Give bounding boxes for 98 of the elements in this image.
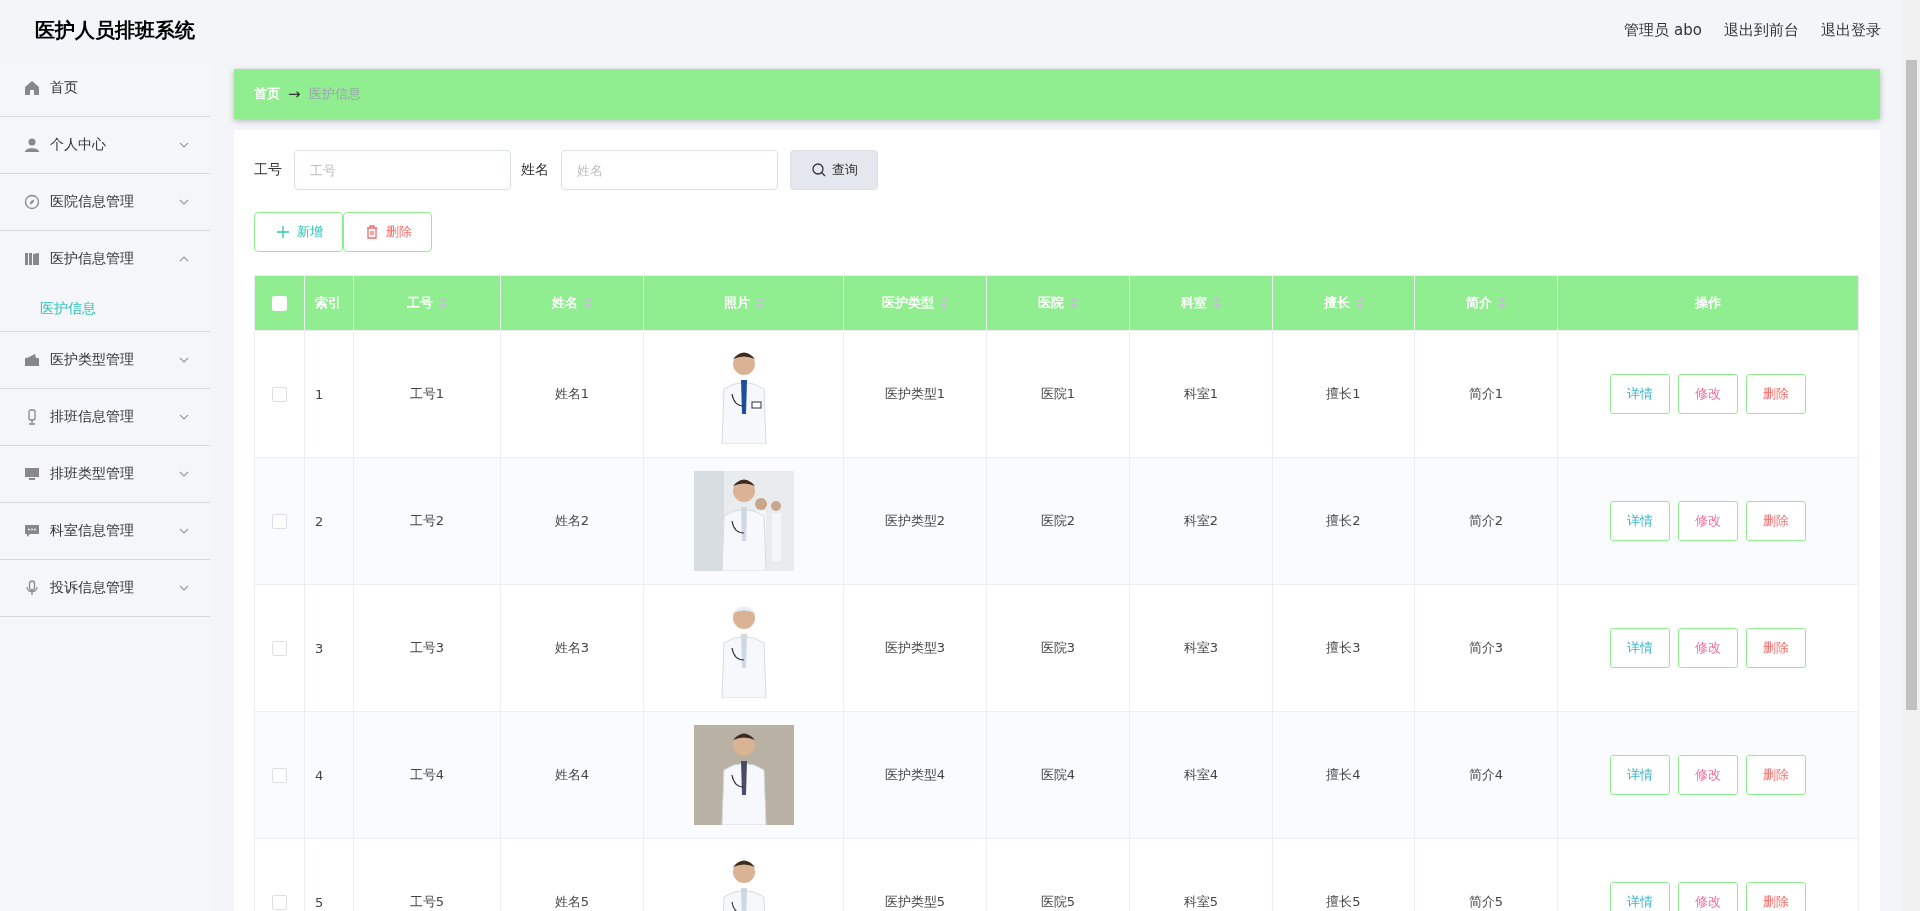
- user-icon: [24, 137, 40, 153]
- chat-icon: [24, 523, 40, 539]
- table-cell: 简介5: [1468, 894, 1504, 909]
- table-cell: 医院5: [1040, 894, 1076, 909]
- header-link[interactable]: 退出登录: [1821, 20, 1881, 40]
- column-header: 索引: [315, 294, 341, 312]
- wallet-icon: [24, 352, 40, 368]
- delete-button[interactable]: 删除: [1746, 374, 1806, 414]
- sidebar-item[interactable]: 排班信息管理: [0, 389, 210, 446]
- add-button[interactable]: 新增: [254, 212, 343, 252]
- sidebar-item[interactable]: 个人中心: [0, 117, 210, 174]
- row-checkbox[interactable]: [272, 641, 287, 656]
- table-cell: 擅长4: [1326, 767, 1361, 782]
- scrollbar-thumb[interactable]: [1906, 60, 1917, 710]
- sidebar-item[interactable]: 科室信息管理: [0, 503, 210, 560]
- table-cell: 简介3: [1468, 640, 1504, 655]
- table-cell: 5: [315, 894, 324, 910]
- books-icon: [24, 251, 40, 267]
- table-cell: 医护类型1: [884, 386, 946, 401]
- column-header: 操作: [1695, 294, 1721, 312]
- sidebar-item[interactable]: 首页: [0, 60, 210, 117]
- breadcrumb-current: 医护信息: [308, 85, 361, 103]
- table-cell: 2: [315, 513, 324, 529]
- edit-button[interactable]: 修改: [1678, 755, 1738, 795]
- search-icon: [810, 162, 827, 178]
- scrollbar[interactable]: [1903, 0, 1920, 911]
- field-label: 工号: [254, 161, 282, 179]
- search-field[interactable]: 姓名: [561, 150, 778, 190]
- table-cell: 科室5: [1183, 894, 1219, 909]
- table-cell: 4: [315, 767, 324, 783]
- user-label: 管理员 abo: [1624, 20, 1702, 40]
- search-field[interactable]: 工号: [294, 150, 511, 190]
- compass-icon: [24, 194, 40, 210]
- plus-icon: [274, 224, 291, 240]
- sidebar-item[interactable]: 医护类型管理: [0, 332, 210, 389]
- table-cell: 简介2: [1468, 513, 1504, 528]
- header-link[interactable]: 退出到前台: [1724, 20, 1799, 40]
- delete-button[interactable]: 删除: [1746, 628, 1806, 668]
- table-cell: 简介4: [1468, 767, 1504, 782]
- table-cell: 姓名1: [554, 386, 590, 401]
- sidebar-item[interactable]: 医院信息管理: [0, 174, 210, 231]
- table-cell: 科室3: [1183, 640, 1219, 655]
- home-icon: [24, 80, 40, 96]
- table-cell: 工号4: [409, 767, 445, 782]
- sidebar-subitem[interactable]: 医护信息: [0, 287, 210, 332]
- edit-button[interactable]: 修改: [1678, 882, 1738, 911]
- table-cell: 医院1: [1040, 386, 1076, 401]
- monitor-icon: [24, 466, 40, 482]
- details-button[interactable]: 详情: [1610, 628, 1670, 668]
- delete-button[interactable]: 删除: [1746, 882, 1806, 911]
- edit-button[interactable]: 修改: [1678, 501, 1738, 541]
- table-cell: 医护类型3: [884, 640, 946, 655]
- details-button[interactable]: 详情: [1610, 374, 1670, 414]
- table-cell: 姓名4: [554, 767, 590, 782]
- app-title: 医护人员排班系统: [35, 16, 195, 44]
- table-cell: 医院3: [1040, 640, 1076, 655]
- delete-button[interactable]: 删除: [343, 212, 432, 252]
- table-cell: 工号5: [409, 894, 445, 909]
- breadcrumb-separator: →: [288, 85, 301, 103]
- table-cell: 工号2: [409, 513, 445, 528]
- table-cell: 工号1: [409, 386, 445, 401]
- table-cell: 科室1: [1183, 386, 1219, 401]
- table-cell: 姓名5: [554, 894, 590, 909]
- sidebar-item[interactable]: 投诉信息管理: [0, 560, 210, 617]
- delete-button[interactable]: 删除: [1746, 501, 1806, 541]
- table-cell: 工号3: [409, 640, 445, 655]
- table-cell: 擅长5: [1326, 894, 1361, 909]
- details-button[interactable]: 详情: [1610, 501, 1670, 541]
- details-button[interactable]: 详情: [1610, 755, 1670, 795]
- table-cell: 医院4: [1040, 767, 1076, 782]
- table-cell: 医院2: [1040, 513, 1076, 528]
- table-cell: 3: [315, 640, 324, 656]
- table-cell: 1: [315, 386, 324, 402]
- table-cell: 医护类型2: [884, 513, 946, 528]
- table-cell: 科室2: [1183, 513, 1219, 528]
- table-cell: 姓名3: [554, 640, 590, 655]
- table-cell: 医护类型4: [884, 767, 946, 782]
- sidebar-item[interactable]: 医护信息管理: [0, 231, 210, 287]
- details-button[interactable]: 详情: [1610, 882, 1670, 911]
- field-label: 姓名: [521, 161, 549, 179]
- microphone-icon: [24, 580, 40, 596]
- row-checkbox[interactable]: [272, 768, 287, 783]
- table-cell: 擅长3: [1326, 640, 1361, 655]
- sidebar-item[interactable]: 排班类型管理: [0, 446, 210, 503]
- edit-button[interactable]: 修改: [1678, 628, 1738, 668]
- edit-button[interactable]: 修改: [1678, 374, 1738, 414]
- row-checkbox[interactable]: [272, 514, 287, 529]
- table-cell: 科室4: [1183, 767, 1219, 782]
- row-checkbox[interactable]: [272, 895, 287, 910]
- table-cell: 擅长1: [1326, 386, 1361, 401]
- search-button[interactable]: 查询: [790, 150, 878, 190]
- select-all-checkbox[interactable]: [272, 296, 287, 311]
- table-cell: 擅长2: [1326, 513, 1361, 528]
- delete-button[interactable]: 删除: [1746, 755, 1806, 795]
- table-cell: 简介1: [1468, 386, 1504, 401]
- row-checkbox[interactable]: [272, 387, 287, 402]
- table-cell: 医护类型5: [884, 894, 946, 909]
- table-cell: 姓名2: [554, 513, 590, 528]
